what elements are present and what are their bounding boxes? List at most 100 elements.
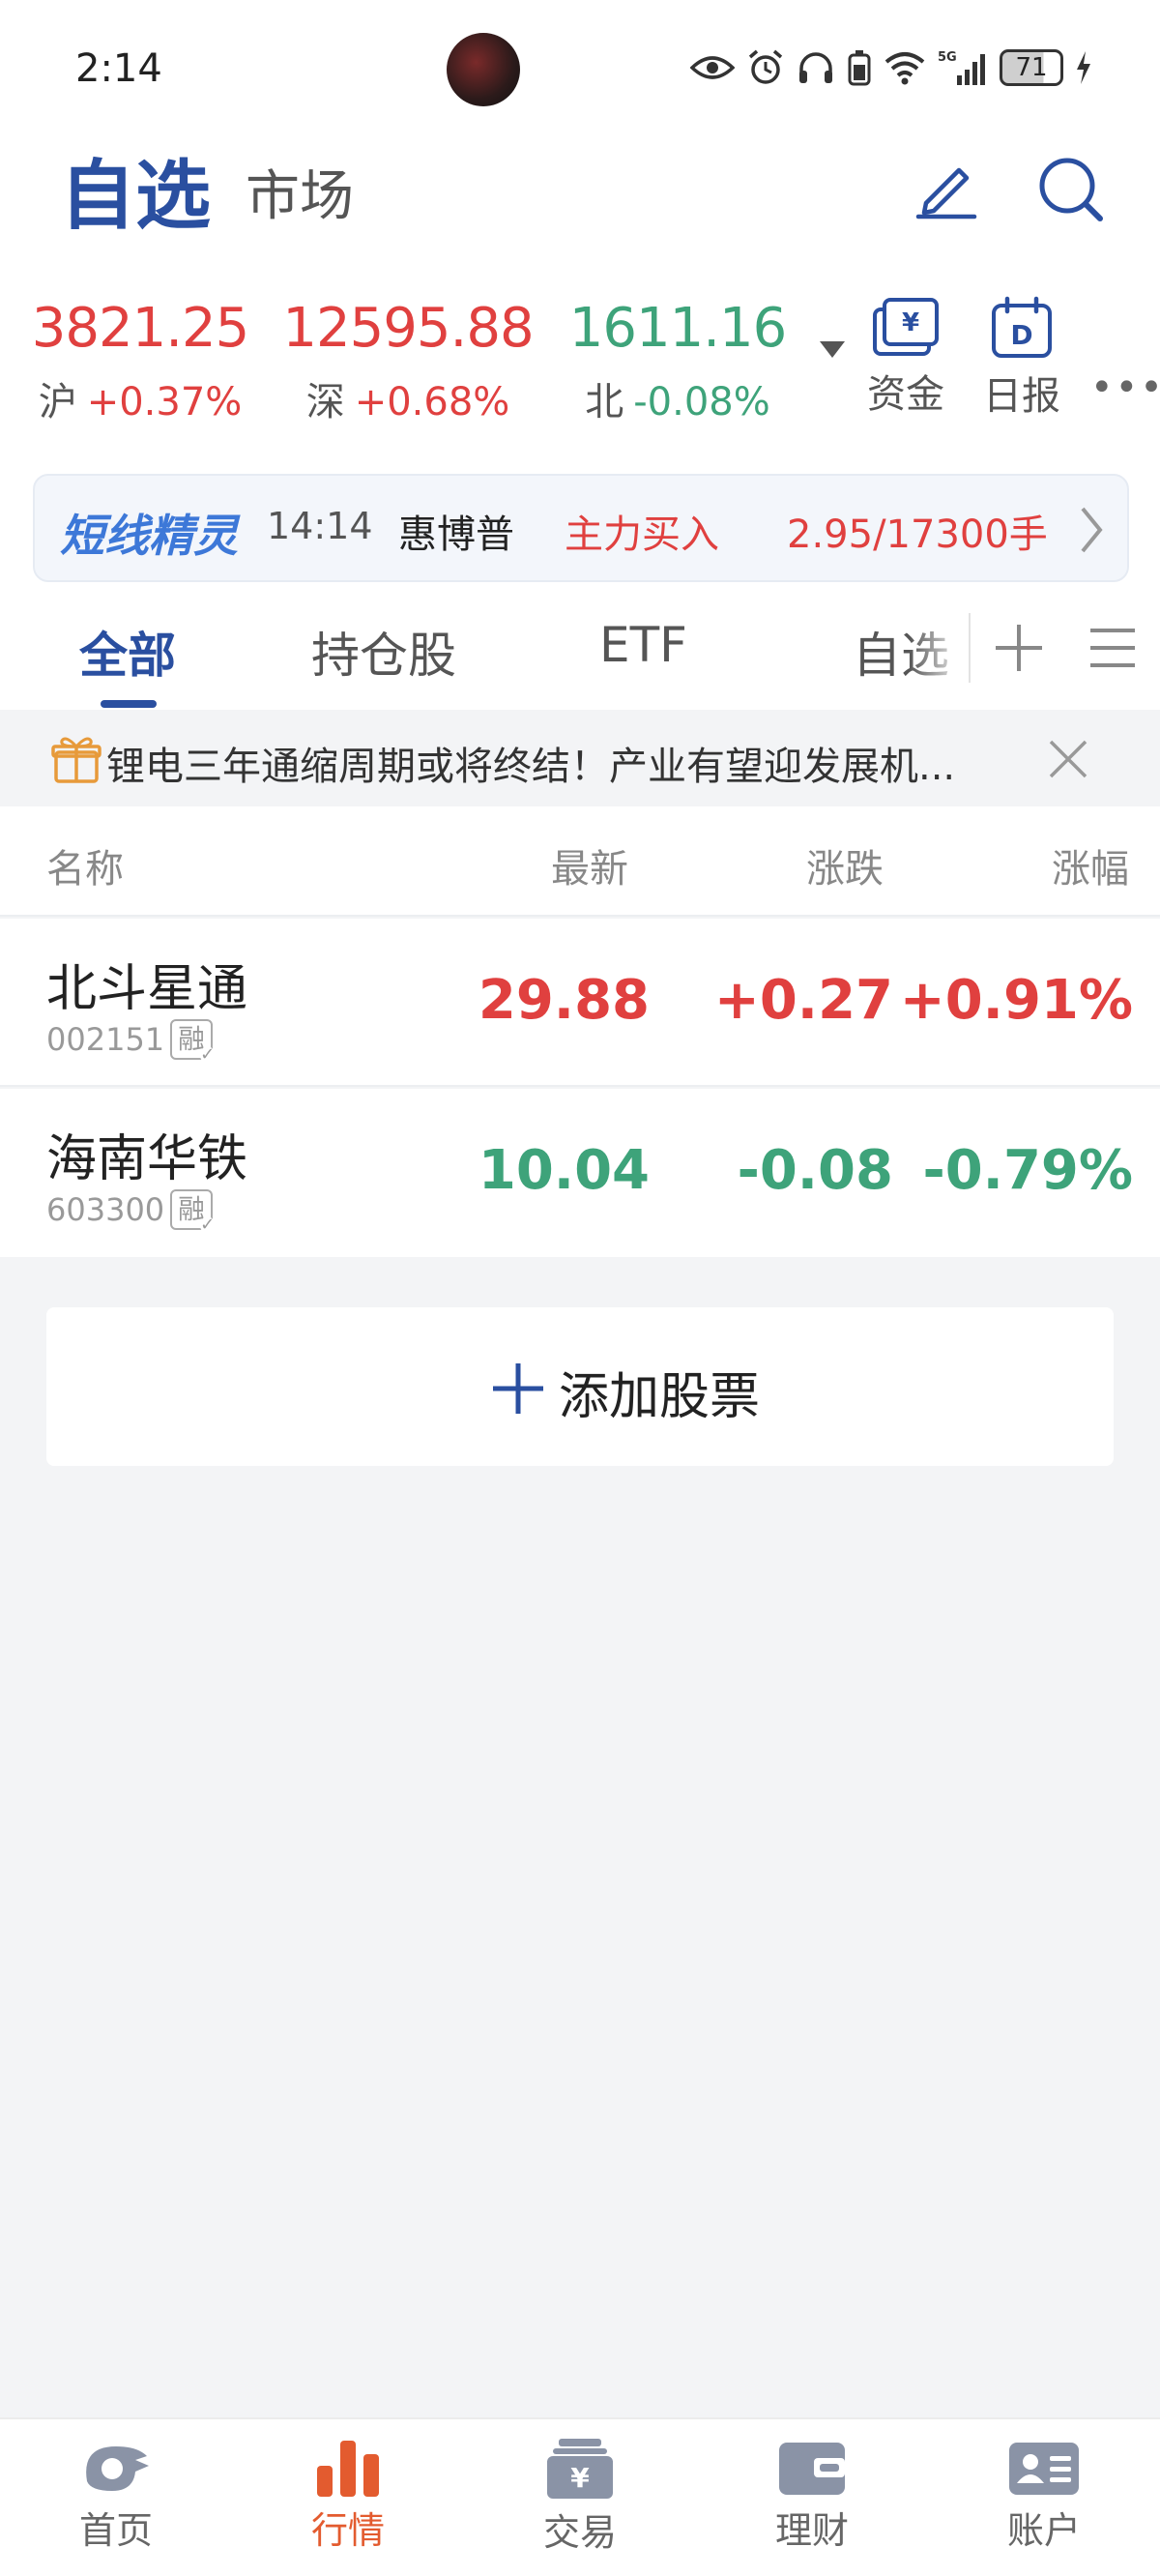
nav-label: 首页 bbox=[78, 2509, 153, 2552]
index-change: -0.08% bbox=[633, 380, 770, 424]
stock-code-line: 002151 融 bbox=[46, 1019, 216, 1064]
active-tab-indicator bbox=[101, 700, 157, 708]
tab-watchlist-header[interactable]: 自选 bbox=[60, 135, 211, 244]
music-avatar-icon[interactable] bbox=[447, 33, 520, 106]
charging-icon bbox=[1077, 51, 1090, 84]
nav-trade[interactable]: ¥ 交易 bbox=[503, 2437, 657, 2557]
stock-latest: 29.88 bbox=[478, 969, 650, 1032]
stock-change: -0.08 bbox=[737, 1139, 893, 1202]
signal-5g-icon: 5G bbox=[938, 50, 985, 85]
wizard-detail: 2.95/17300手 bbox=[787, 512, 1048, 557]
stock-latest: 10.04 bbox=[478, 1139, 650, 1202]
stock-pct: +0.91% bbox=[899, 969, 1133, 1032]
plus-icon bbox=[493, 1363, 543, 1414]
status-time: 2:14 bbox=[75, 46, 162, 91]
tab-divider bbox=[969, 613, 971, 683]
wallet-icon bbox=[779, 2443, 845, 2495]
table-row[interactable]: 海南华铁 603300 融 10.04 -0.08 -0.79% bbox=[0, 1089, 1160, 1257]
svg-text:¥: ¥ bbox=[570, 2462, 590, 2494]
header-change[interactable]: 涨跌 bbox=[806, 837, 884, 893]
svg-text:D: D bbox=[1010, 319, 1032, 351]
more-dots-icon[interactable]: ••• bbox=[1090, 366, 1160, 410]
daily-report-label: 日报 bbox=[983, 374, 1060, 419]
nav-label: 交易 bbox=[542, 2511, 617, 2554]
wizard-action: 主力买入 bbox=[565, 512, 719, 557]
stock-code-line: 603300 融 bbox=[46, 1189, 216, 1234]
header-pct[interactable]: 涨幅 bbox=[1052, 837, 1129, 893]
index-value: 12595.88 bbox=[282, 297, 534, 360]
stock-code: 603300 bbox=[46, 1191, 165, 1228]
wifi-icon bbox=[884, 52, 925, 85]
earbuds-battery-icon bbox=[848, 50, 871, 86]
stock-pct: -0.79% bbox=[922, 1139, 1133, 1202]
edit-pencil-icon[interactable] bbox=[913, 155, 980, 222]
caret-down-icon[interactable] bbox=[818, 338, 847, 360]
funds-shortcut[interactable]: ¥ 资金 bbox=[862, 296, 949, 422]
nav-label: 账户 bbox=[1006, 2509, 1081, 2552]
nav-market[interactable]: 行情 bbox=[271, 2437, 425, 2555]
index-value: 3821.25 bbox=[31, 297, 250, 360]
stock-code: 002151 bbox=[46, 1021, 165, 1058]
menu-icon[interactable] bbox=[1087, 625, 1139, 671]
news-banner[interactable]: 锂电三年通缩周期或将终结！产业有望迎发展机... bbox=[0, 710, 1160, 806]
funds-yuan-icon: ¥ bbox=[873, 298, 939, 356]
add-stock-label: 添加股票 bbox=[559, 1368, 761, 1426]
chevron-right-icon bbox=[1081, 507, 1103, 553]
headphones-icon bbox=[799, 52, 832, 83]
nav-label: 理财 bbox=[774, 2509, 849, 2552]
battery-indicator: 71 bbox=[1000, 49, 1063, 86]
index-change: +0.37% bbox=[86, 380, 243, 424]
calendar-d-icon: D bbox=[992, 296, 1052, 358]
alarm-icon bbox=[748, 49, 783, 84]
nav-account[interactable]: 账户 bbox=[967, 2437, 1121, 2555]
svg-text:5G: 5G bbox=[938, 50, 957, 65]
search-icon[interactable] bbox=[1034, 153, 1106, 224]
table-row[interactable]: 北斗星通 002151 融 29.88 +0.27 +0.91% bbox=[0, 919, 1160, 1087]
tab-scroll-fade bbox=[909, 613, 967, 690]
account-card-icon bbox=[1009, 2443, 1079, 2495]
wizard-brand: 短线精灵 bbox=[60, 510, 238, 562]
status-icons: 5G 71 bbox=[690, 46, 1092, 89]
index-value: 1611.16 bbox=[568, 297, 788, 360]
index-shenzhen[interactable]: 12595.88 深 +0.68% bbox=[282, 290, 534, 431]
daily-report-shortcut[interactable]: D 日报 bbox=[978, 296, 1065, 424]
close-icon[interactable] bbox=[1046, 737, 1090, 781]
stock-name: 海南华铁 bbox=[46, 1130, 248, 1188]
watchlist-tabs: 全部 持仓股 ETF 自选 bbox=[0, 594, 1160, 710]
banner-text: 锂电三年通缩周期或将终结！产业有望迎发展机... bbox=[106, 745, 956, 789]
stock-name: 北斗星通 bbox=[46, 960, 248, 1018]
funds-label: 资金 bbox=[867, 372, 944, 417]
index-change: +0.68% bbox=[354, 380, 510, 424]
index-shanghai[interactable]: 3821.25 沪 +0.37% bbox=[29, 290, 251, 431]
index-name: 沪 bbox=[38, 380, 77, 424]
index-beijing[interactable]: 1611.16 北 -0.08% bbox=[566, 290, 789, 431]
eye-icon bbox=[690, 56, 735, 79]
market-chart-icon bbox=[317, 2441, 379, 2497]
gift-icon bbox=[51, 737, 102, 783]
tab-all[interactable]: 全部 bbox=[79, 617, 176, 687]
short-term-wizard-bar[interactable]: 短线精灵 14:14 惠博普 主力买入 2.95/17300手 bbox=[33, 474, 1129, 582]
wizard-time: 14:14 bbox=[267, 505, 373, 547]
trade-yuan-icon: ¥ bbox=[547, 2439, 613, 2499]
svg-text:¥: ¥ bbox=[902, 308, 919, 337]
bottom-nav: 首页 行情 ¥ 交易 理财 账户 bbox=[0, 2417, 1160, 2576]
tab-holdings[interactable]: 持仓股 bbox=[311, 617, 456, 687]
status-bar: 2:14 5G 71 bbox=[0, 0, 1160, 135]
tab-etf[interactable]: ETF bbox=[599, 617, 687, 673]
home-icon bbox=[86, 2446, 149, 2491]
nav-label: 行情 bbox=[310, 2509, 385, 2552]
header-name[interactable]: 名称 bbox=[46, 837, 124, 893]
stock-change: +0.27 bbox=[713, 969, 893, 1032]
table-header: 名称 最新 涨跌 涨幅 bbox=[0, 806, 1160, 917]
index-name: 北 bbox=[585, 380, 624, 424]
add-stock-button[interactable]: 添加股票 bbox=[46, 1307, 1114, 1466]
index-name: 深 bbox=[305, 380, 345, 424]
wizard-stock: 惠博普 bbox=[398, 512, 514, 557]
nav-wealth[interactable]: 理财 bbox=[735, 2437, 889, 2555]
header-latest[interactable]: 最新 bbox=[551, 837, 628, 893]
tab-market-header[interactable]: 市场 bbox=[246, 153, 354, 231]
margin-badge: 融 bbox=[170, 1019, 216, 1064]
nav-home[interactable]: 首页 bbox=[39, 2437, 193, 2555]
add-group-plus-icon[interactable] bbox=[992, 621, 1046, 675]
margin-badge: 融 bbox=[170, 1189, 216, 1234]
